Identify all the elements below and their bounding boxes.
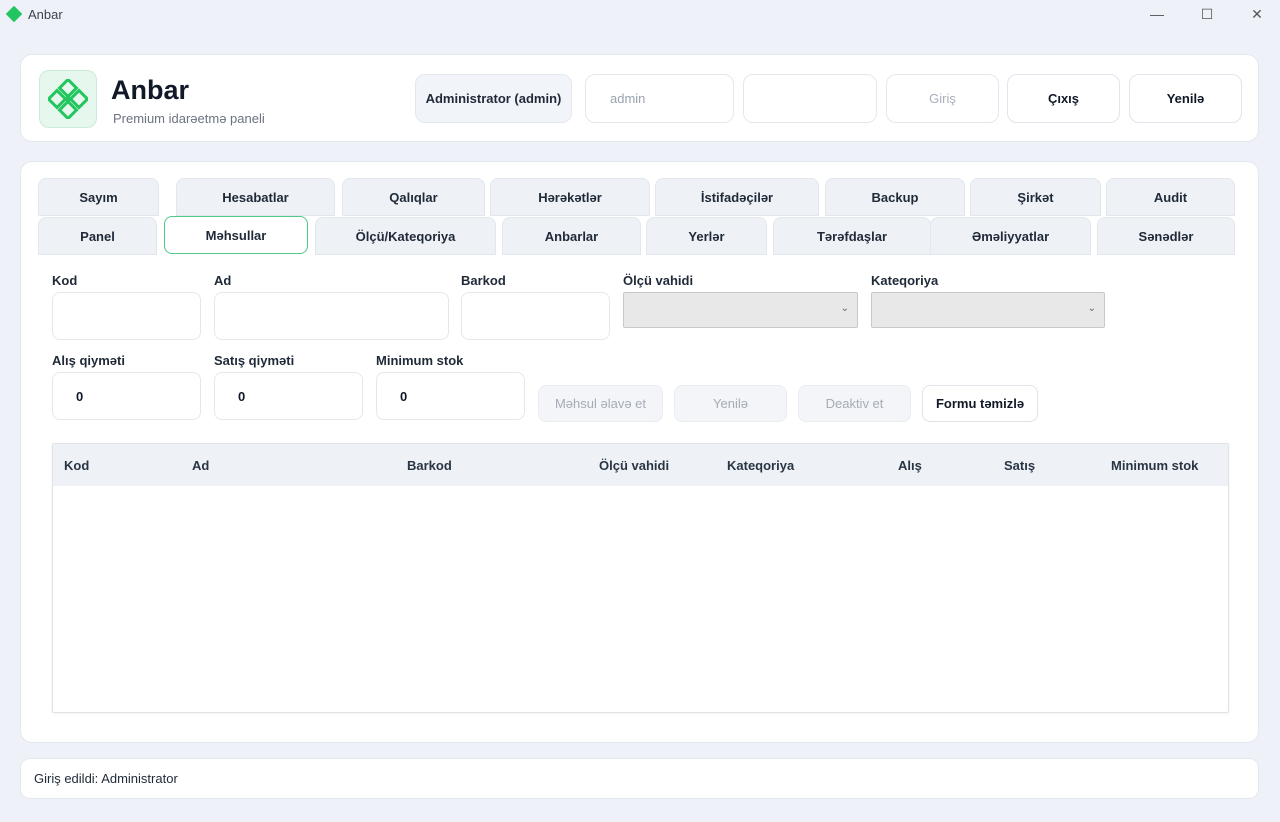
tab-anbarlar[interactable]: Anbarlar [502, 217, 641, 255]
kod-label: Kod [52, 273, 78, 288]
brand-logo-icon [48, 79, 88, 119]
column-header-alis[interactable]: Alış [898, 458, 922, 473]
alis-qiymeti-label: Alış qiyməti [52, 353, 125, 368]
ad-input[interactable] [214, 292, 449, 340]
column-header-minimum-stok[interactable]: Minimum stok [1111, 458, 1198, 473]
olcu-vahidi-select[interactable]: ⌄ [623, 292, 858, 328]
ad-label: Ad [214, 273, 232, 288]
tab-hesabatlar[interactable]: Hesabatlar [176, 178, 335, 216]
olcu-vahidi-label: Ölçü vahidi [623, 273, 694, 288]
tab-hereketler[interactable]: Hərəkətlər [490, 178, 650, 216]
tab-senedler[interactable]: Sənədlər [1097, 217, 1235, 255]
table-header: Kod Ad Barkod Ölçü vahidi Kateqoriya Alı… [53, 444, 1228, 486]
login-button[interactable]: Giriş [886, 74, 999, 123]
close-icon[interactable]: ✕ [1232, 0, 1280, 28]
main-card: Sayım Hesabatlar Qalıqlar Hərəkətlər İst… [20, 161, 1259, 743]
column-header-kateqoriya[interactable]: Kateqoriya [727, 458, 794, 473]
alis-qiymeti-input[interactable]: 0 [52, 372, 201, 420]
maximize-icon[interactable]: ☐ [1182, 0, 1232, 28]
window-title: Anbar [28, 6, 63, 22]
username-input[interactable]: admin [585, 74, 734, 123]
brand-subtitle: Premium idarəetmə paneli [113, 111, 265, 126]
column-header-ad[interactable]: Ad [192, 458, 209, 473]
satis-qiymeti-input[interactable]: 0 [214, 372, 363, 420]
tab-sirket[interactable]: Şirkət [970, 178, 1101, 216]
chevron-down-icon: ⌄ [840, 303, 849, 314]
tab-panel[interactable]: Panel [38, 217, 157, 255]
update-button[interactable]: Yenilə [674, 385, 787, 422]
tab-backup[interactable]: Backup [825, 178, 965, 216]
tab-yerler[interactable]: Yerlər [646, 217, 767, 255]
add-product-button[interactable]: Məhsul əlavə et [538, 385, 663, 422]
app-logo-icon [6, 6, 22, 22]
products-table[interactable]: Kod Ad Barkod Ölçü vahidi Kateqoriya Alı… [52, 443, 1229, 713]
tab-terefdaslar[interactable]: Tərəfdaşlar [773, 217, 931, 255]
tab-mehsullar[interactable]: Məhsullar [164, 216, 308, 254]
header-card: Anbar Premium idarəetmə paneli Administr… [20, 54, 1259, 142]
password-input[interactable] [743, 74, 877, 123]
refresh-button[interactable]: Yenilə [1129, 74, 1242, 123]
status-bar: Giriş edildi: Administrator [20, 758, 1259, 799]
tab-olcu-kateqoriya[interactable]: Ölçü/Kateqoriya [315, 217, 496, 255]
column-header-satis[interactable]: Satış [1004, 458, 1035, 473]
column-header-olcu-vahidi[interactable]: Ölçü vahidi [599, 458, 669, 473]
window-titlebar: Anbar [0, 0, 1280, 28]
kod-input[interactable] [52, 292, 201, 340]
kateqoriya-select[interactable]: ⌄ [871, 292, 1105, 328]
status-text: Giriş edildi: Administrator [34, 771, 178, 786]
chevron-down-icon: ⌄ [1087, 303, 1096, 314]
tab-istifadeciler[interactable]: İstifadəçilər [655, 178, 819, 216]
minimum-stok-input[interactable]: 0 [376, 372, 525, 420]
brand-logo [39, 70, 97, 128]
tab-sayim[interactable]: Sayım [38, 178, 159, 216]
tab-emeliyyatlar[interactable]: Əməliyyatlar [930, 217, 1091, 255]
satis-qiymeti-label: Satış qiyməti [214, 353, 295, 368]
deactivate-button[interactable]: Deaktiv et [798, 385, 911, 422]
kateqoriya-label: Kateqoriya [871, 273, 939, 288]
barkod-input[interactable] [461, 292, 610, 340]
clear-form-button[interactable]: Formu təmizlə [922, 385, 1038, 422]
tab-audit[interactable]: Audit [1106, 178, 1235, 216]
current-user-badge: Administrator (admin) [415, 74, 572, 123]
column-header-kod[interactable]: Kod [64, 458, 89, 473]
brand-title: Anbar [111, 75, 190, 105]
tab-qaliqlar[interactable]: Qalıqlar [342, 178, 485, 216]
minimum-stok-label: Minimum stok [376, 353, 464, 368]
minimize-icon[interactable]: — [1132, 0, 1182, 28]
barkod-label: Barkod [461, 273, 506, 288]
column-header-barkod[interactable]: Barkod [407, 458, 452, 473]
logout-button[interactable]: Çıxış [1007, 74, 1120, 123]
